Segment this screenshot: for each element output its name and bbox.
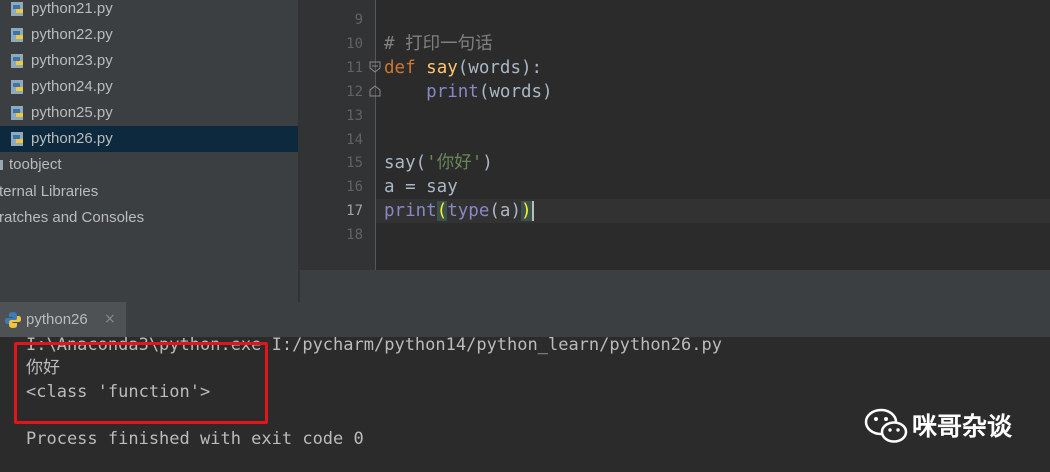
tree-item-python23[interactable]: python23.py — [0, 48, 298, 74]
print-args: (words) — [478, 82, 553, 102]
line-number: 11 — [346, 60, 363, 76]
matched-brace-close: ) — [521, 201, 532, 221]
call-say: say( — [384, 153, 427, 173]
tree-scratches-consoles[interactable]: ratches and Consoles — [0, 205, 298, 231]
string-literal: '你好' — [426, 153, 483, 173]
python-file-icon — [11, 106, 23, 120]
call-close: ) — [482, 153, 493, 173]
keyword-def: def — [384, 58, 416, 78]
fold-end-icon[interactable] — [369, 85, 381, 97]
tree-item-label: python21.py — [31, 0, 113, 17]
fold-icon[interactable] — [369, 61, 381, 73]
line-number-gutter: 9 10 11 12 13 14 15 16 17 18 — [300, 0, 375, 270]
watermark: 咪哥杂谈 — [860, 404, 1030, 446]
tree-item-label: python25.py — [31, 104, 113, 121]
python-file-icon — [11, 80, 23, 94]
tree-folder-label: toobject — [9, 156, 62, 173]
type-args: (a) — [489, 201, 521, 221]
python-file-icon — [11, 54, 23, 68]
builtin-type: type — [447, 201, 490, 221]
line-number: 14 — [346, 132, 363, 148]
close-icon[interactable]: × — [104, 302, 116, 337]
tree-item-python24[interactable]: python24.py — [0, 74, 298, 100]
builtin-print: print — [384, 201, 437, 221]
watermark-text: 咪哥杂谈 — [912, 412, 1013, 441]
tree-item-label: python24.py — [31, 78, 113, 95]
run-tool-header: python26 × — [0, 302, 1050, 337]
gutter-separator — [375, 0, 376, 270]
code-line-11: def say(words): — [384, 56, 542, 80]
project-tree-panel: python21.py python22.py python23.py pyth… — [0, 0, 298, 302]
line-number-current: 17 — [346, 203, 363, 219]
python-file-icon — [11, 28, 23, 42]
code-comment: # 打印一句话 — [384, 34, 493, 54]
tree-folder-label: ratches and Consoles — [0, 209, 145, 226]
tree-item-python25[interactable]: python25.py — [0, 100, 298, 126]
highlight-annotation-box — [14, 342, 268, 424]
line-number: 12 — [346, 84, 363, 100]
tree-item-python21[interactable]: python21.py — [0, 0, 298, 22]
line-number: 10 — [346, 36, 363, 52]
function-name: say — [426, 58, 458, 78]
tree-external-libraries[interactable]: ternal Libraries — [0, 179, 298, 205]
run-tab-label: python26 — [26, 311, 88, 328]
code-line-10: # 打印一句话 — [384, 32, 493, 56]
function-params: (words): — [457, 58, 543, 78]
tree-folder-toobject[interactable]: toobject — [0, 152, 298, 178]
tree-item-label: python22.py — [31, 26, 113, 43]
code-editor[interactable]: 9 10 11 12 13 14 15 16 17 18 # 打印一句话 def… — [300, 0, 1050, 302]
code-line-17: print(type(a)) — [384, 199, 534, 223]
text-caret — [531, 201, 534, 221]
folder-icon — [0, 160, 3, 170]
code-line-12: print(words) — [384, 80, 553, 104]
matched-brace-open: ( — [436, 201, 448, 221]
line-number: 18 — [346, 227, 363, 243]
python-file-icon — [11, 132, 23, 146]
code-line-15: say('你好') — [384, 151, 493, 175]
console-exit-message: Process finished with exit code 0 — [26, 429, 364, 449]
tree-item-python22[interactable]: python22.py — [0, 22, 298, 48]
builtin-print: print — [426, 82, 479, 102]
line-number: 13 — [346, 108, 363, 124]
editor-bottom-bar — [300, 270, 1050, 302]
tree-item-label: python26.py — [31, 130, 113, 147]
python-file-icon — [11, 2, 23, 16]
line-number: 16 — [346, 179, 363, 195]
wechat-icon — [864, 408, 908, 443]
tree-folder-label: ternal Libraries — [0, 183, 99, 200]
python-file-icon — [5, 312, 21, 328]
tree-item-label: python23.py — [31, 52, 113, 69]
code-line-16: a = say — [384, 177, 458, 197]
line-number: 15 — [346, 155, 363, 171]
tree-item-python26[interactable]: python26.py — [0, 126, 298, 152]
line-number: 9 — [354, 12, 363, 28]
run-tab-python26[interactable]: python26 × — [0, 302, 126, 337]
